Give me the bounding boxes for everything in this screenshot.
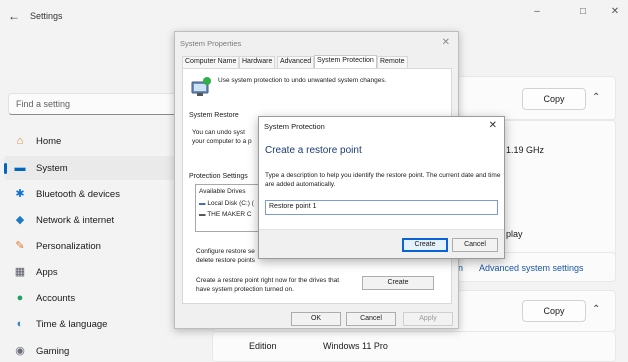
create-button[interactable]: Create: [362, 276, 434, 290]
app-title: Settings: [30, 11, 63, 21]
sidebar-item-label: Time & language: [36, 319, 108, 330]
dialog-heading: Create a restore point: [265, 145, 362, 156]
sidebar-item-label: Personalization: [36, 241, 101, 252]
tab-advanced[interactable]: Advanced: [277, 56, 315, 68]
ok-button[interactable]: OK: [291, 312, 341, 326]
home-icon: ⌂: [16, 135, 24, 147]
close-icon[interactable]: ✕: [442, 37, 450, 48]
brush-icon: ✎: [15, 240, 25, 252]
sidebar-item-label: Network & internet: [36, 215, 115, 226]
edition-label: Edition: [249, 341, 277, 351]
create-text-1: Create a restore point right now for the…: [196, 277, 340, 284]
drive-item[interactable]: ▬ Local Disk (C:) (: [199, 200, 254, 207]
search-placeholder: Find a setting: [16, 99, 71, 109]
shield-computer-icon: [190, 76, 212, 98]
drive-label: Local Disk (C:) (: [207, 200, 254, 207]
dialog-description: Type a description to help you identify …: [265, 172, 501, 188]
close-icon[interactable]: ✕: [608, 6, 622, 17]
chevron-up-icon[interactable]: ⌃: [592, 92, 600, 103]
accounts-icon: ●: [16, 292, 24, 304]
drive-item[interactable]: ▬ THE MAKER C: [199, 211, 252, 218]
sidebar-item-label: Apps: [36, 267, 58, 278]
create-button[interactable]: Create: [402, 238, 448, 252]
dialog-title: System Properties: [180, 39, 242, 48]
sidebar-item-label: Accounts: [36, 293, 76, 304]
restore-text-1: You can undo syst: [192, 129, 245, 136]
tab-hardware[interactable]: Hardware: [239, 56, 276, 68]
tab-system-protection[interactable]: System Protection: [314, 55, 377, 68]
configure-text-2: delete restore points: [196, 257, 255, 264]
wifi-icon: ◆: [15, 214, 25, 226]
gaming-icon: ◉: [15, 345, 25, 357]
drive-icon: ▬: [199, 211, 206, 218]
pen-touch-fragment: play: [506, 229, 523, 239]
minimize-icon[interactable]: –: [530, 6, 544, 17]
settings-titlebar: ← Settings – □ ✕: [0, 0, 628, 32]
chevron-up-icon[interactable]: ⌃: [592, 304, 600, 315]
restore-text-2: your computer to a p: [192, 138, 252, 145]
group-system-restore: System Restore: [189, 112, 239, 119]
advanced-system-settings-link[interactable]: Advanced system settings: [479, 263, 584, 273]
create-text-2: have system protection turned on.: [196, 286, 294, 293]
configure-text-1: Configure restore se: [196, 248, 255, 255]
edition-value: Windows 11 Pro: [323, 341, 388, 351]
close-icon[interactable]: ✕: [489, 120, 497, 131]
dialog-title: System Protection: [264, 122, 325, 131]
sidebar-item-label: Gaming: [36, 346, 70, 357]
copy-button-windows[interactable]: Copy: [522, 300, 586, 322]
copy-button-specs[interactable]: Copy: [522, 88, 586, 110]
sidebar-item-label: Home: [36, 136, 62, 147]
intro-text: Use system protection to undo unwanted s…: [218, 77, 387, 84]
search-input[interactable]: Find a setting ⌕: [8, 93, 202, 115]
processor-speed: 1.19 GHz: [506, 145, 545, 155]
sidebar-item-label: System: [36, 163, 68, 174]
tab-computer-name[interactable]: Computer Name: [182, 56, 240, 68]
drives-list[interactable]: Available Drives ▬ Local Disk (C:) ( ▬ T…: [195, 184, 265, 232]
system-protection-dialog: System Protection ✕ Create a restore poi…: [258, 116, 505, 259]
group-protection-settings: Protection Settings: [189, 173, 248, 180]
sidebar-item-gaming[interactable]: ◉ Gaming: [4, 339, 204, 362]
drive-label: THE MAKER C: [207, 211, 252, 218]
system-icon: ▬: [14, 162, 26, 174]
apps-icon: ▦: [14, 266, 26, 278]
dialog-footer: Create Cancel: [259, 229, 504, 258]
cancel-button[interactable]: Cancel: [452, 238, 498, 252]
globe-icon: ◐: [16, 318, 24, 330]
tab-remote[interactable]: Remote: [377, 56, 408, 68]
back-arrow-icon[interactable]: ←: [8, 9, 20, 23]
cancel-button[interactable]: Cancel: [346, 312, 396, 326]
drive-icon: ▬: [199, 200, 206, 207]
restore-point-description-input[interactable]: Restore point 1: [265, 200, 498, 215]
apply-button[interactable]: Apply: [403, 312, 453, 326]
drives-header: Available Drives: [199, 188, 246, 195]
sidebar-item-label: Bluetooth & devices: [36, 189, 120, 200]
bluetooth-icon: ✱: [15, 188, 25, 200]
input-value: Restore point 1: [269, 203, 317, 210]
maximize-icon[interactable]: □: [576, 6, 590, 17]
